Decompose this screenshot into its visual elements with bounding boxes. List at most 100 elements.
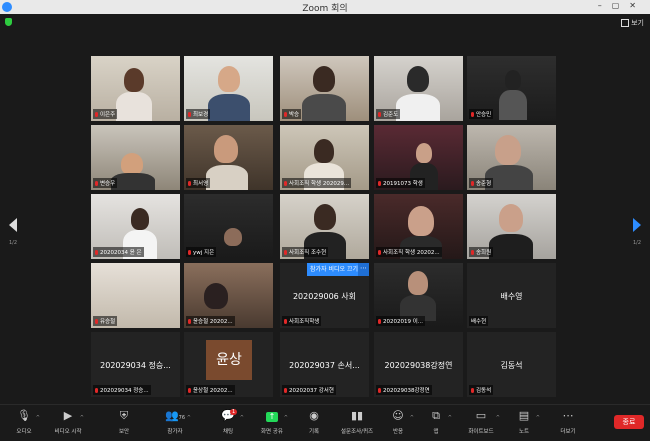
share-options-caret[interactable]: ^ bbox=[284, 415, 288, 421]
start-video-button[interactable]: ▶ ^ 비디오 시작 bbox=[48, 409, 88, 435]
participant-body bbox=[499, 90, 527, 120]
participant-head bbox=[416, 143, 432, 163]
apps-options-caret[interactable]: ^ bbox=[448, 415, 452, 421]
record-button[interactable]: ◉ 기록 bbox=[294, 409, 334, 435]
whiteboard-button[interactable]: ▭ ^ 화이트보드 bbox=[458, 409, 504, 435]
video-tile-active-speaker[interactable]: 최보경 bbox=[184, 56, 273, 121]
prev-page-arrow-icon[interactable] bbox=[9, 218, 17, 232]
video-tile[interactable]: 송희원 bbox=[467, 194, 556, 259]
participant-name: 사회조직 학생 20202... bbox=[376, 247, 442, 257]
security-shield-icon[interactable] bbox=[5, 18, 12, 26]
video-options-caret[interactable]: ^ bbox=[80, 415, 84, 421]
muted-mic-icon bbox=[95, 112, 98, 117]
tile-more-options-button[interactable]: ⋯ bbox=[358, 263, 369, 276]
participant-head bbox=[314, 204, 336, 230]
video-tile[interactable]: 사회조직 학생 202029... bbox=[280, 125, 369, 190]
participant-name: 배수현 bbox=[469, 316, 489, 326]
muted-mic-icon bbox=[378, 250, 381, 255]
participant-body bbox=[302, 94, 346, 121]
video-tile[interactable]: 박승 bbox=[280, 56, 369, 121]
share-screen-button[interactable]: ↑ ^ 화면 공유 bbox=[252, 409, 292, 435]
video-tile[interactable]: 사회조직 학생 20202... bbox=[374, 194, 463, 259]
video-tile[interactable]: 배수영 배수현 bbox=[467, 263, 556, 328]
window-title: Zoom 회의 bbox=[302, 4, 348, 14]
video-tile[interactable]: 20202034 윤 은 bbox=[91, 194, 180, 259]
video-tile[interactable]: 김동석 김동석 bbox=[467, 332, 556, 397]
participant-head bbox=[408, 206, 434, 236]
share-screen-icon: ↑ bbox=[266, 412, 278, 422]
reactions-options-caret[interactable]: ^ bbox=[410, 415, 414, 421]
security-button[interactable]: ⛨ 보안 bbox=[104, 409, 144, 435]
participant-head bbox=[495, 135, 521, 165]
more-button[interactable]: ⋯ 더보기 bbox=[548, 409, 588, 435]
video-tile[interactable]: 202029034 정승... 202029034 정승... bbox=[91, 332, 180, 397]
meeting-toolbar: 🎙 ^ 오디오 ▶ ^ 비디오 시작 ⛨ 보안 👥76 ^ 참가자 💬 1 ^ … bbox=[0, 404, 650, 441]
video-tile[interactable]: 변승우 bbox=[91, 125, 180, 190]
notes-button[interactable]: ▤ ^ 노트 bbox=[504, 409, 544, 435]
window-controls[interactable]: –▢✕ bbox=[598, 1, 646, 10]
polls-button[interactable]: ▮▮ 설문조사/퀴즈 bbox=[334, 409, 380, 435]
chat-button[interactable]: 💬 1 ^ 채팅 bbox=[208, 409, 248, 435]
participant-head bbox=[313, 66, 335, 92]
prev-page-label: 1/2 bbox=[9, 240, 18, 246]
participant-name: 사회조직학생 bbox=[282, 316, 322, 326]
muted-mic-icon bbox=[284, 250, 287, 255]
participants-button[interactable]: 👥76 ^ 참가자 bbox=[155, 409, 195, 435]
muted-mic-icon bbox=[188, 112, 191, 117]
participant-head bbox=[408, 271, 428, 295]
video-tile[interactable]: 윤승철 20202... bbox=[184, 263, 273, 328]
participant-name: 안승민 bbox=[469, 109, 494, 119]
muted-mic-icon bbox=[471, 388, 474, 393]
participant-head bbox=[314, 139, 334, 163]
record-icon: ◉ bbox=[309, 409, 319, 422]
audio-options-caret[interactable]: ^ bbox=[36, 415, 40, 421]
muted-mic-icon bbox=[284, 388, 287, 393]
participant-name: 최서영 bbox=[186, 178, 211, 188]
participant-center-name: 202029034 정승... bbox=[100, 361, 171, 370]
participant-body bbox=[208, 94, 250, 121]
muted-mic-icon bbox=[378, 181, 381, 186]
participant-center-name: 202029006 사회 bbox=[292, 292, 357, 301]
whiteboard-options-caret[interactable]: ^ bbox=[496, 415, 500, 421]
next-page-arrow-icon[interactable] bbox=[633, 218, 641, 232]
participant-name: 송희원 bbox=[469, 247, 494, 257]
video-tile[interactable]: 202029038강정연 202029038강정연 bbox=[374, 332, 463, 397]
participant-body bbox=[206, 165, 248, 190]
muted-mic-icon bbox=[188, 388, 191, 393]
participant-head bbox=[505, 70, 521, 90]
participant-name: 20202019 이... bbox=[376, 316, 426, 326]
participant-body bbox=[489, 234, 533, 259]
video-tile[interactable]: ywj 지은 bbox=[184, 194, 273, 259]
audio-button[interactable]: 🎙 ^ 오디오 bbox=[4, 409, 44, 435]
video-tile[interactable]: 20191073 학생 bbox=[374, 125, 463, 190]
video-tile[interactable]: 20202019 이... bbox=[374, 263, 463, 328]
participant-name: 윤승철 20202... bbox=[186, 316, 235, 326]
participant-name: 윤상철 20202... bbox=[186, 385, 235, 395]
reactions-button[interactable]: ☺ ^ 반응 bbox=[378, 409, 418, 435]
notes-options-caret[interactable]: ^ bbox=[536, 415, 540, 421]
participant-center-name: 202029038강정연 bbox=[384, 361, 453, 370]
chat-options-caret[interactable]: ^ bbox=[240, 415, 244, 421]
video-tile[interactable]: 송준형 bbox=[467, 125, 556, 190]
video-tile[interactable]: 사회조직 조수현 bbox=[280, 194, 369, 259]
video-tile[interactable]: 최서영 bbox=[184, 125, 273, 190]
video-tile[interactable]: 김준도 bbox=[374, 56, 463, 121]
video-tile[interactable]: 이은주 bbox=[91, 56, 180, 121]
video-tile[interactable]: 안승민 bbox=[467, 56, 556, 121]
video-tile[interactable]: 윤상 윤상철 20202... bbox=[184, 332, 273, 397]
muted-mic-icon bbox=[95, 388, 98, 393]
view-button[interactable]: 보기 bbox=[621, 18, 644, 28]
end-meeting-button[interactable]: 종료 bbox=[614, 415, 644, 429]
participant-name: 박승 bbox=[282, 109, 302, 119]
next-page-label: 1/2 bbox=[632, 240, 641, 246]
participant-center-name: 202029037 손서... bbox=[289, 361, 360, 370]
muted-mic-icon bbox=[284, 181, 287, 186]
participant-name: 최보경 bbox=[186, 109, 211, 119]
video-tile[interactable]: 202029037 손서... 20202037 강서현 bbox=[280, 332, 369, 397]
muted-mic-icon bbox=[188, 250, 191, 255]
grid-icon bbox=[621, 19, 630, 27]
muted-mic-icon bbox=[471, 250, 474, 255]
apps-button[interactable]: ⧉ ^ 앱 bbox=[416, 409, 456, 435]
participants-options-caret[interactable]: ^ bbox=[187, 415, 191, 421]
video-tile[interactable]: 유승철 bbox=[91, 263, 180, 328]
